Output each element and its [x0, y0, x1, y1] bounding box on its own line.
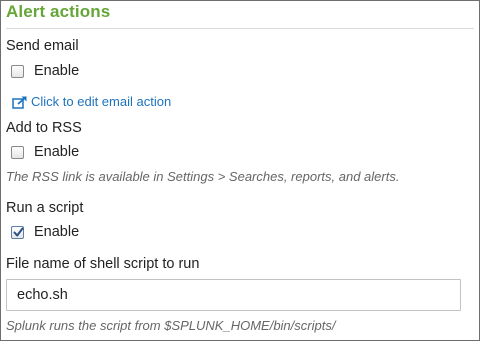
rss-checkbox[interactable]: [11, 145, 24, 159]
edit-email-action-label[interactable]: Click to edit email action: [31, 94, 171, 109]
script-filename-input[interactable]: [6, 279, 461, 311]
script-enable-row[interactable]: Enable: [11, 223, 79, 241]
title-divider: [6, 28, 474, 29]
send-email-enable-row[interactable]: Enable: [11, 62, 79, 80]
script-file-label: File name of shell script to run: [6, 256, 200, 272]
run-script-label: Run a script: [6, 200, 84, 216]
add-to-rss-label: Add to RSS: [6, 120, 82, 136]
checkmark-icon: [13, 227, 24, 236]
send-email-enable-label[interactable]: Enable: [34, 63, 79, 79]
rss-enable-row[interactable]: Enable: [11, 143, 79, 161]
rss-enable-label[interactable]: Enable: [34, 144, 79, 160]
external-edit-icon: [12, 95, 27, 109]
rss-hint: The RSS link is available in Settings > …: [6, 169, 400, 184]
alert-actions-panel: Alert actions Send email Enable Click to…: [0, 0, 480, 341]
panel-title: Alert actions: [6, 2, 111, 21]
script-checkbox[interactable]: [11, 225, 24, 239]
send-email-label: Send email: [6, 38, 79, 54]
edit-email-action-link[interactable]: Click to edit email action: [12, 94, 171, 109]
send-email-checkbox[interactable]: [11, 64, 24, 78]
script-hint: Splunk runs the script from $SPLUNK_HOME…: [6, 318, 336, 333]
script-enable-label[interactable]: Enable: [34, 224, 79, 240]
